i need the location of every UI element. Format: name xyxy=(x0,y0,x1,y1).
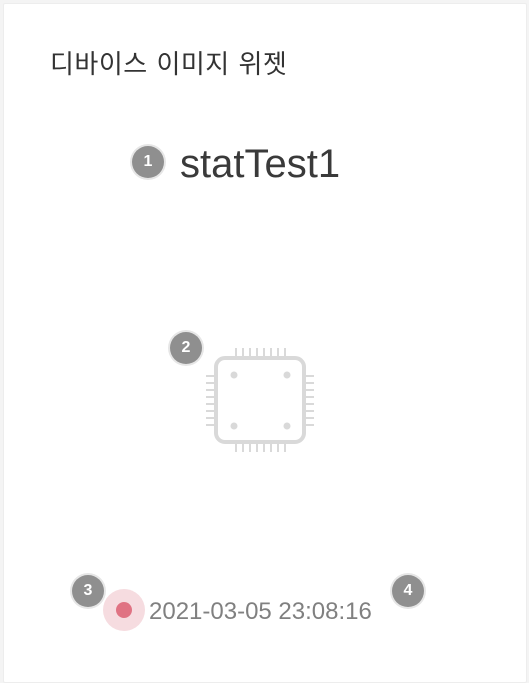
device-image-widget: 디바이스 이미지 위젯 1 statTest1 2 3 2021-03-05 2… xyxy=(3,3,527,683)
marker-1-badge: 1 xyxy=(132,146,164,178)
widget-title: 디바이스 이미지 위젯 xyxy=(50,50,288,80)
chip-icon xyxy=(204,346,316,456)
marker-3-badge: 3 xyxy=(72,575,104,607)
status-indicator xyxy=(103,589,145,631)
device-name: statTest1 xyxy=(180,142,341,186)
marker-2-badge: 2 xyxy=(170,332,202,364)
marker-4-badge: 4 xyxy=(392,575,424,607)
status-dot-icon xyxy=(116,602,132,618)
last-updated-timestamp: 2021-03-05 23:08:16 xyxy=(149,598,372,625)
